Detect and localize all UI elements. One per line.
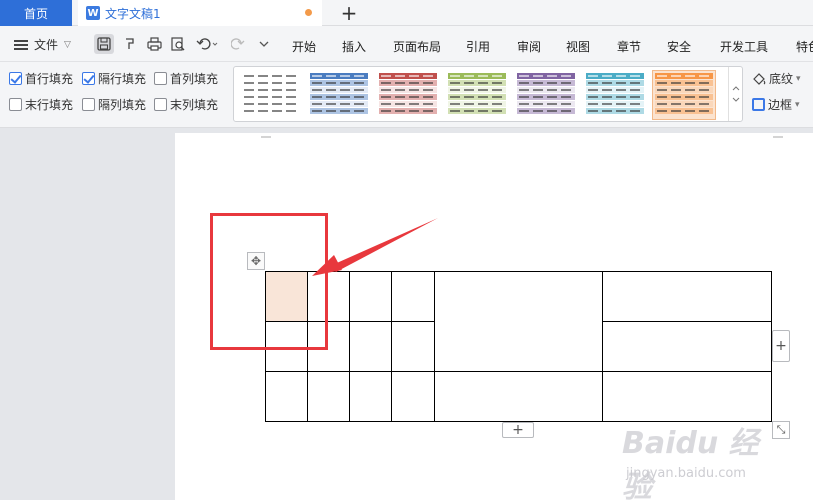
selected-cell[interactable] — [265, 271, 307, 321]
watermark-url: jingyan.baidu.com — [626, 466, 746, 481]
add-row-button[interactable]: + — [502, 422, 534, 438]
baidu-watermark: Baidu 经验 jingyan.baidu.com — [622, 418, 772, 500]
watermark-brand: Baidu 经验 — [622, 426, 759, 500]
annotation-arrow — [312, 218, 438, 276]
table-grid — [265, 271, 772, 422]
table-resize-handle[interactable]: ⤡ — [772, 421, 790, 439]
table-move-handle[interactable]: ✥ — [247, 252, 265, 270]
add-column-button[interactable]: + — [772, 330, 790, 362]
